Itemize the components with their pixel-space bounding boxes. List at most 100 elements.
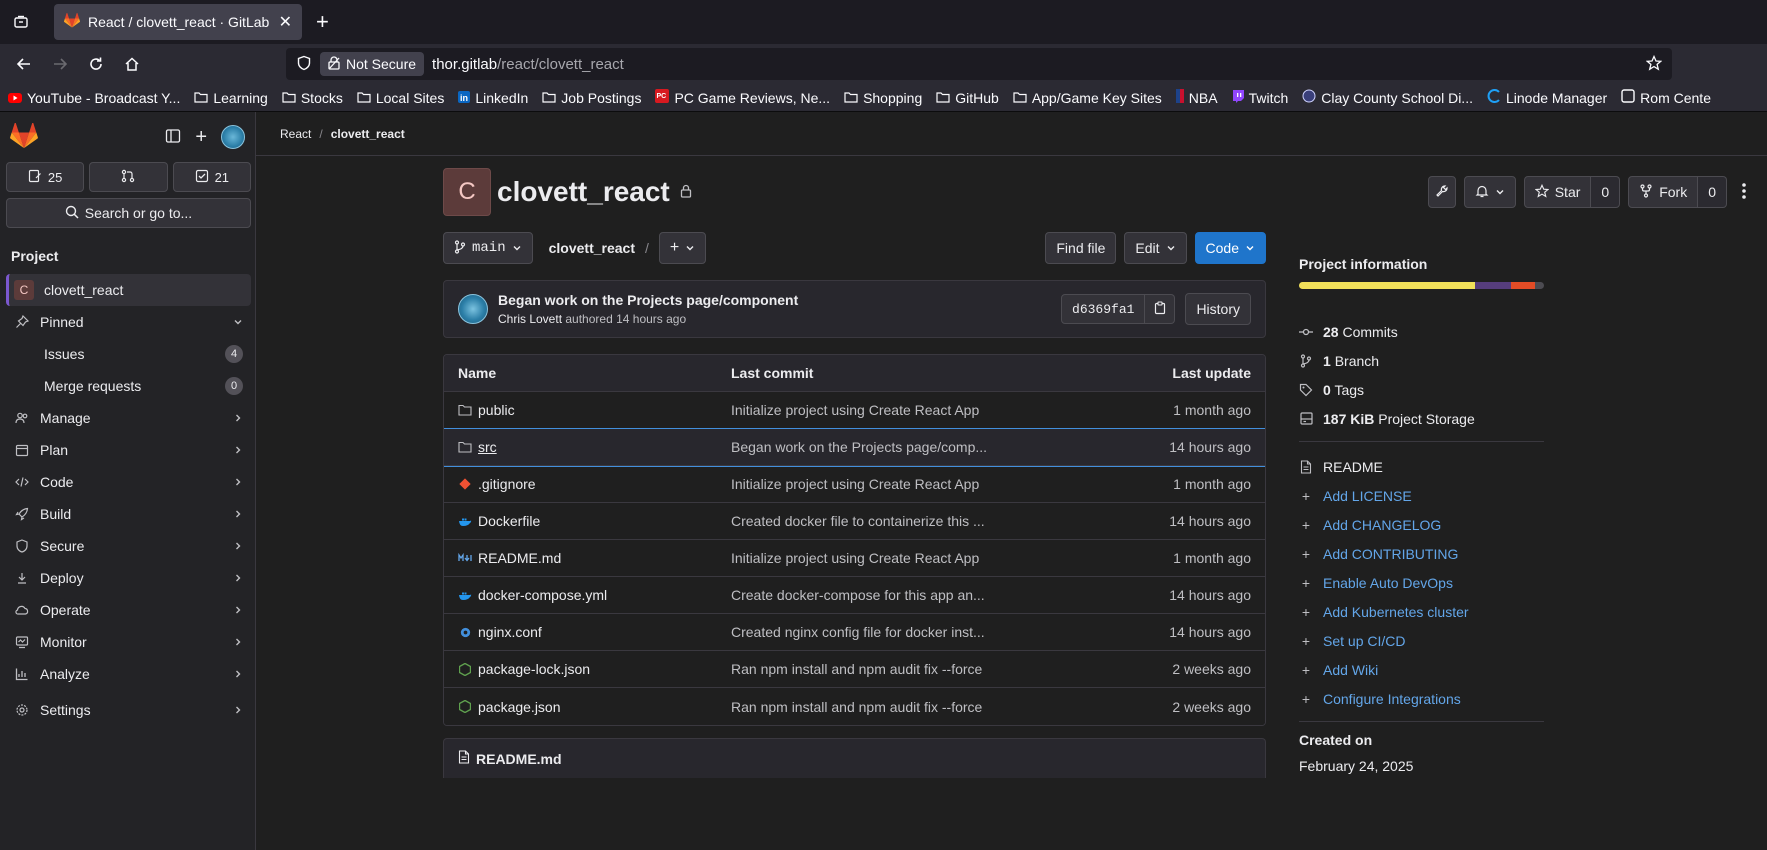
bookmark-rom-center[interactable]: Rom Cente: [1621, 89, 1711, 106]
file-commit[interactable]: Ran npm install and npm audit fix --forc…: [731, 661, 1091, 677]
table-row[interactable]: src Began work on the Projects page/comp…: [444, 428, 1265, 467]
bookmark-app-game-keys[interactable]: App/Game Key Sites: [1013, 90, 1162, 106]
sidebar-item-build[interactable]: Build: [6, 498, 251, 530]
home-icon[interactable]: [116, 48, 148, 80]
add-contributing-link[interactable]: + Add CONTRIBUTING: [1299, 539, 1544, 568]
add-kubernetes-link[interactable]: + Add Kubernetes cluster: [1299, 597, 1544, 626]
fork-count[interactable]: 0: [1698, 176, 1727, 208]
fork-button[interactable]: Fork: [1628, 176, 1699, 208]
forward-icon[interactable]: [44, 48, 76, 80]
sidebar-item-monitor[interactable]: Monitor: [6, 626, 251, 658]
tags-link[interactable]: 0 Tags: [1299, 375, 1544, 404]
add-license-link[interactable]: + Add LICENSE: [1299, 481, 1544, 510]
assigned-issues-button[interactable]: 25: [6, 162, 85, 192]
table-row[interactable]: Dockerfile Created docker file to contai…: [444, 503, 1265, 540]
repo-path[interactable]: clovett_react: [549, 240, 635, 256]
merge-requests-button[interactable]: [89, 162, 168, 192]
file-commit[interactable]: Initialize project using Create React Ap…: [731, 476, 1091, 492]
sidebar-item-deploy[interactable]: Deploy: [6, 562, 251, 594]
sidebar-toggle-icon[interactable]: [165, 128, 181, 147]
find-file-button[interactable]: Find file: [1045, 232, 1117, 264]
sidebar-item-pinned[interactable]: Pinned: [6, 306, 251, 338]
table-row[interactable]: docker-compose.yml Create docker-compose…: [444, 577, 1265, 614]
file-name[interactable]: Dockerfile: [478, 513, 540, 529]
tab-list-icon[interactable]: [8, 9, 34, 35]
setup-cicd-link[interactable]: + Set up CI/CD: [1299, 626, 1544, 655]
configure-integrations-link[interactable]: + Configure Integrations: [1299, 684, 1544, 713]
sidebar-item-merge-requests[interactable]: Merge requests 0: [6, 370, 251, 402]
bookmark-twitch[interactable]: Twitch: [1232, 89, 1288, 106]
file-name[interactable]: .gitignore: [478, 476, 536, 492]
add-wiki-link[interactable]: + Add Wiki: [1299, 655, 1544, 684]
sidebar-item-secure[interactable]: Secure: [6, 530, 251, 562]
commit-sha[interactable]: d6369fa1: [1061, 294, 1146, 324]
sidebar-item-issues[interactable]: Issues 4: [6, 338, 251, 370]
code-button[interactable]: Code: [1194, 232, 1266, 264]
more-actions-icon[interactable]: [1741, 182, 1747, 203]
file-commit[interactable]: Created docker file to containerize this…: [731, 513, 1091, 529]
create-new-icon[interactable]: +: [195, 126, 207, 149]
readme-link[interactable]: README: [1299, 452, 1544, 481]
commit-author[interactable]: Chris Lovett: [498, 312, 562, 326]
gitlab-logo-icon[interactable]: [10, 122, 40, 151]
bookmark-youtube[interactable]: YouTube - Broadcast Y...: [8, 90, 180, 106]
file-commit[interactable]: Initialize project using Create React Ap…: [731, 402, 1091, 418]
file-name[interactable]: src: [478, 439, 497, 455]
bookmark-linode[interactable]: Linode Manager: [1487, 89, 1607, 106]
file-name[interactable]: README.md: [478, 550, 561, 566]
breadcrumb-group[interactable]: React: [280, 127, 311, 141]
bookmark-clay-county[interactable]: Clay County School Di...: [1302, 89, 1473, 106]
file-name[interactable]: nginx.conf: [478, 624, 542, 640]
bookmark-pc-game-reviews[interactable]: PC PC Game Reviews, Ne...: [655, 89, 830, 106]
file-commit[interactable]: Create docker-compose for this app an...: [731, 587, 1091, 603]
user-avatar[interactable]: [221, 125, 245, 149]
sidebar-item-analyze[interactable]: Analyze: [6, 658, 251, 690]
table-row[interactable]: nginx.conf Created nginx config file for…: [444, 614, 1265, 651]
breadcrumb-project[interactable]: clovett_react: [331, 127, 405, 141]
sidebar-item-project[interactable]: C clovett_react: [6, 274, 251, 306]
commit-title[interactable]: Began work on the Projects page/componen…: [498, 292, 798, 308]
search-button[interactable]: Search or go to...: [6, 198, 251, 228]
star-button[interactable]: Star: [1523, 176, 1592, 208]
table-row[interactable]: .gitignore Initialize project using Crea…: [444, 466, 1265, 503]
file-name[interactable]: docker-compose.yml: [478, 587, 607, 603]
bookmark-learning[interactable]: Learning: [194, 90, 268, 106]
branch-selector[interactable]: main: [443, 232, 533, 264]
branches-link[interactable]: 1 Branch: [1299, 346, 1544, 375]
bookmark-linkedin[interactable]: in LinkedIn: [458, 90, 528, 106]
bookmark-stocks[interactable]: Stocks: [282, 90, 343, 106]
notifications-button[interactable]: [1463, 176, 1516, 208]
add-to-tree-button[interactable]: +: [658, 232, 707, 264]
commit-author-avatar[interactable]: [458, 294, 488, 324]
table-row[interactable]: public Initialize project using Create R…: [444, 392, 1265, 429]
close-tab-icon[interactable]: ✕: [279, 12, 292, 32]
bookmark-local-sites[interactable]: Local Sites: [357, 90, 444, 106]
file-name[interactable]: package.json: [478, 699, 561, 715]
bookmark-star-icon[interactable]: [1645, 54, 1663, 74]
history-button[interactable]: History: [1185, 293, 1251, 325]
browser-tab-active[interactable]: React / clovett_react · GitLab ✕: [54, 4, 302, 40]
file-commit[interactable]: Created nginx config file for docker ins…: [731, 624, 1091, 640]
url-bar[interactable]: Not Secure thor.gitlab/react/clovett_rea…: [286, 48, 1672, 80]
file-name[interactable]: package-lock.json: [478, 661, 590, 677]
bookmark-job-postings[interactable]: Job Postings: [542, 90, 641, 106]
new-tab-icon[interactable]: +: [316, 9, 329, 35]
settings-wrench-button[interactable]: [1427, 176, 1456, 208]
sidebar-item-manage[interactable]: Manage: [6, 402, 251, 434]
table-row[interactable]: package.json Ran npm install and npm aud…: [444, 688, 1265, 725]
sidebar-item-operate[interactable]: Operate: [6, 594, 251, 626]
table-row[interactable]: README.md Initialize project using Creat…: [444, 540, 1265, 577]
file-commit[interactable]: Began work on the Projects page/comp...: [731, 439, 1091, 455]
copy-sha-button[interactable]: [1145, 294, 1176, 324]
sidebar-item-code[interactable]: Code: [6, 466, 251, 498]
star-count[interactable]: 0: [1591, 176, 1621, 208]
storage-link[interactable]: 187 KiB Project Storage: [1299, 404, 1544, 433]
bookmark-nba[interactable]: NBA: [1175, 89, 1218, 106]
back-icon[interactable]: [8, 48, 40, 80]
table-row[interactable]: package-lock.json Ran npm install and np…: [444, 651, 1265, 688]
sidebar-item-plan[interactable]: Plan: [6, 434, 251, 466]
bookmark-github[interactable]: GitHub: [936, 90, 999, 106]
sidebar-item-settings[interactable]: Settings: [6, 694, 251, 726]
readme-title[interactable]: README.md: [476, 751, 562, 767]
file-commit[interactable]: Initialize project using Create React Ap…: [731, 550, 1091, 566]
